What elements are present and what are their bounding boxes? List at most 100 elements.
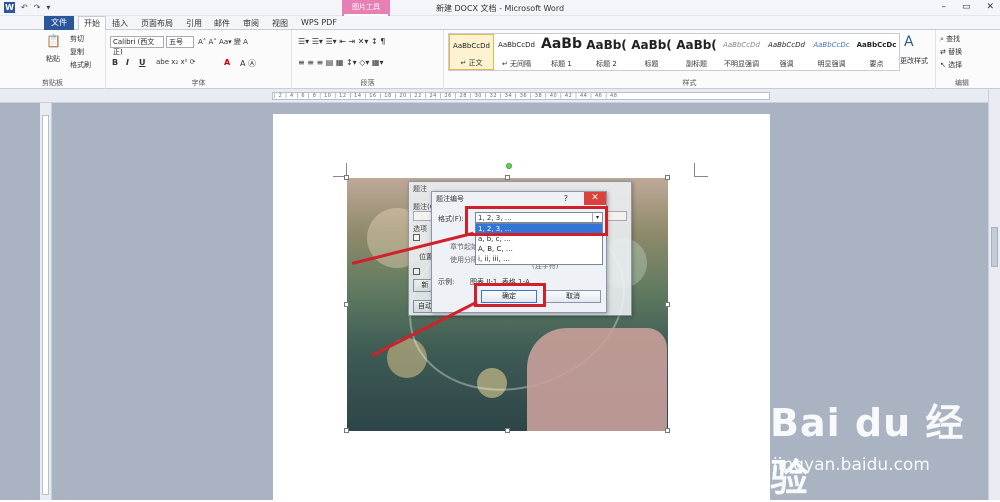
style-preview: AaBb [541,36,582,52]
tab-view[interactable]: 视图 [272,18,288,29]
replace-button[interactable]: ⇄ 替换 [940,47,962,57]
ribbon-tabs: 文件 开始 插入 页面布局 引用 邮件 审阅 视图 WPS PDF [0,16,1000,31]
bold-icon[interactable]: B [112,58,118,67]
find-button[interactable]: ⌕ 查找 [940,34,960,44]
select-label: 选择 [948,61,963,69]
close-icon[interactable]: ✕ [986,2,994,12]
styles-group-label: 样式 [682,79,697,87]
style-preview: AaBbCcDc [856,41,897,49]
resize-handle[interactable] [505,175,510,180]
clipboard-group: 📋 粘贴 剪切 复制 格式刷 剪贴板 [0,30,106,89]
style-name: ↵ 正文 [460,59,483,67]
style-name: 标题 [644,60,659,68]
close-button[interactable]: ✕ [584,192,606,205]
style-heading2[interactable]: AaBb(标题 2 [584,34,629,70]
vertical-ruler[interactable] [40,103,52,500]
style-subtle-emphasis[interactable]: AaBbCcDd 不明显强调 [719,34,764,70]
resize-handle[interactable] [505,428,510,433]
maximize-icon[interactable]: ▭ [962,2,971,12]
style-preview: AaBb( [676,38,717,52]
context-group-label: 图片工具 [352,3,380,11]
window-title: 新建 DOCX 文档 - Microsoft Word [435,4,565,13]
underline-icon[interactable]: U [139,58,146,67]
font-group-label: 字体 [191,79,206,87]
resize-handle[interactable] [665,175,670,180]
font-color-icon[interactable]: A [224,58,230,67]
tab-insert[interactable]: 插入 [112,18,128,29]
cut-button[interactable]: 剪切 [70,34,84,44]
font-name-combo[interactable]: Calibri (西文正) [110,36,164,56]
tab-mailings[interactable]: 邮件 [214,18,230,29]
format-option[interactable]: A, B, C, … [476,244,602,254]
ribbon: 📋 粘贴 剪切 复制 格式刷 剪贴板 Calibri (西文正) 五号 A˄ A… [0,30,1000,89]
style-strong[interactable]: AaBbCcDc 要点 [854,34,899,70]
tab-wps-pdf[interactable]: WPS PDF [301,18,337,27]
style-name: 标题 1 [551,60,572,68]
char-shading-icon[interactable]: A Ⓐ [240,58,256,69]
person-figure [527,328,667,431]
style-name: 副标题 [686,60,707,68]
select-icon: ↖ [940,61,949,69]
horizontal-ruler[interactable]: │ 2 │ 4 │ 6 │ 8 │ 10 │ 12 │ 14 │ 16 │ 18… [0,89,1000,103]
cancel-button[interactable]: 取消 [545,290,601,303]
style-no-spacing[interactable]: AaBbCcDd ↵ 无间隔 [494,34,539,70]
title-bar: W ↶ ↷ ▾ 新建 DOCX 文档 - Microsoft Word – ▭ … [0,0,1000,16]
align-icons[interactable]: ≡ ≡ ≡ ▤ ▦ ↕▾ ◇▾ ▦▾ [298,58,384,67]
tab-file[interactable]: 文件 [44,16,74,30]
replace-label: 替换 [948,48,963,56]
minimize-icon[interactable]: – [941,2,946,12]
strike-icon[interactable]: abe x₂ x² ⟳ [156,58,195,66]
paste-button[interactable]: 粘贴 [46,54,60,64]
resize-handle[interactable] [344,428,349,433]
chapter-label: 章节起始 [450,243,478,251]
bullets-icon[interactable]: ☰▾ ☰▾ ☰▾ ⇤ ⇥ ✕▾ ↕ ¶ [298,37,385,46]
exclude-checkbox[interactable] [413,268,420,275]
scrollbar-thumb[interactable] [991,227,998,267]
style-name: ↵ 无间隔 [501,60,532,68]
tab-review[interactable]: 审阅 [243,18,259,29]
style-name: 强调 [779,60,794,68]
numbering-dialog-title: 题注编号 [436,195,464,203]
exclude-label-checkbox[interactable] [413,234,420,241]
select-button[interactable]: ↖ 选择 [940,60,962,70]
rotate-handle[interactable] [506,163,512,169]
style-normal[interactable]: AaBbCcDd ↵ 正文 [449,34,494,70]
window-controls: – ▭ ✕ [941,2,994,12]
highlight-box-ok [474,283,546,307]
editing-group: ⌕ 查找 ⇄ 替换 ↖ 选择 编辑 [936,30,988,89]
styles-gallery: AaBbCcDd ↵ 正文 AaBbCcDd ↵ 无间隔 AaBb 标题 1 AaBb… [448,33,900,71]
style-emphasis[interactable]: AaBbCcDd 强调 [764,34,809,70]
clipboard-group-label: 剪贴板 [42,79,63,87]
change-styles-icon[interactable]: A [904,34,914,50]
paste-icon[interactable]: 📋 [46,34,61,48]
tab-home[interactable]: 开始 [78,16,106,31]
ruler-scale: │ 2 │ 4 │ 6 │ 8 │ 10 │ 12 │ 14 │ 16 │ 18… [272,92,770,100]
resize-handle[interactable] [665,428,670,433]
font-grow-icon[interactable]: A˄ A˅ Aa▾ 變 A [198,37,248,47]
editing-group-label: 编辑 [955,79,969,87]
copy-button[interactable]: 复制 [70,47,84,57]
font-size-combo[interactable]: 五号 [166,36,194,48]
change-styles-button[interactable]: 更改样式 [900,56,928,66]
resize-handle[interactable] [665,302,670,307]
help-icon[interactable]: ? [564,194,568,203]
format-painter-button[interactable]: 格式刷 [70,60,91,70]
style-subtitle[interactable]: AaBb( 副标题 [674,34,719,70]
style-preview: AaBb( [631,38,672,52]
style-preview: AaBbCcDc [813,41,850,49]
style-title[interactable]: AaBb( 标题 [629,34,674,70]
style-heading1[interactable]: AaBb 标题 1 [539,34,584,70]
tab-layout[interactable]: 页面布局 [141,18,173,29]
tab-references[interactable]: 引用 [186,18,202,29]
italic-icon[interactable]: I [126,58,129,67]
resize-handle[interactable] [344,175,349,180]
style-intense-emphasis[interactable]: AaBbCcDc 明显强调 [809,34,854,70]
options-label: 选项 [413,225,427,233]
resize-handle[interactable] [344,302,349,307]
baidu-logo-watermark: Bai du 经验 [770,401,965,500]
style-preview: AaBbCcDd [498,41,535,49]
style-preview: AaBbCcDd [453,42,490,50]
format-option[interactable]: i, ii, iii, … [476,254,602,264]
vertical-ruler-scale [42,115,49,495]
style-name: 明显强调 [817,60,846,68]
